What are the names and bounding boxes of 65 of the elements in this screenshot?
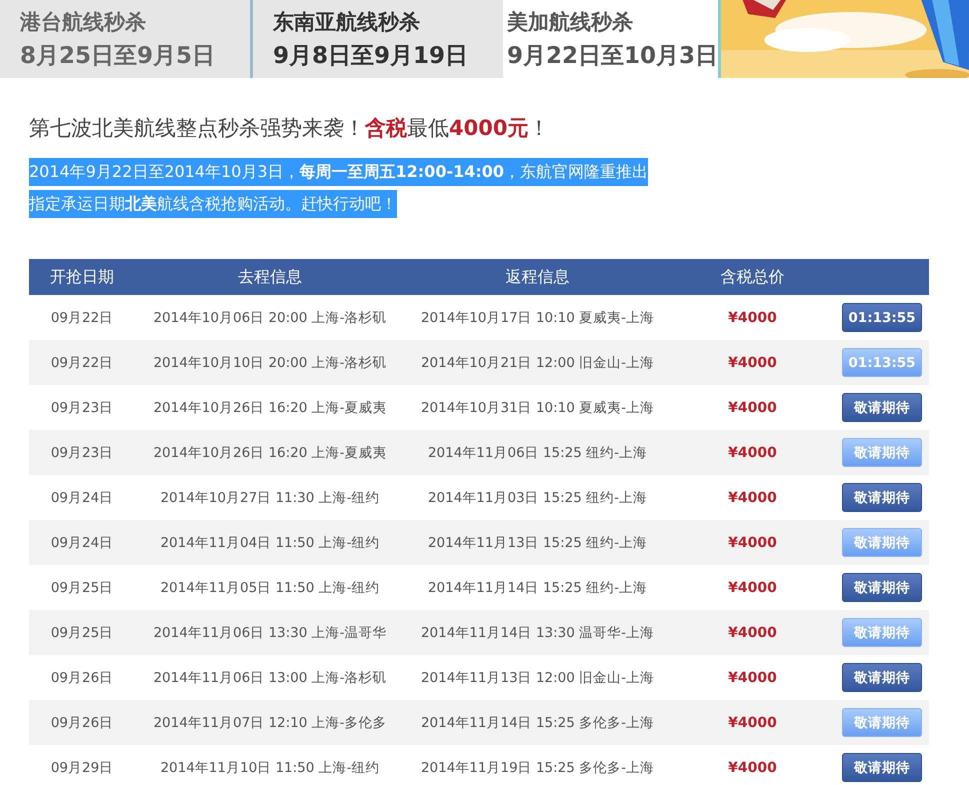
date-cell-text: 09月25日: [50, 624, 114, 642]
return-cell-text: 2014年11月19日 15:25 多伦多-上海: [420, 758, 656, 776]
date-cell-text: 09月23日: [50, 444, 114, 462]
buy-button[interactable]: 敬请期待: [842, 483, 922, 512]
promo-tab[interactable]: 港台航线秒杀 8月25日至9月5日: [0, 0, 253, 78]
return-cell-text: 2014年11月13日 12:00 旧金山-上海: [420, 668, 656, 686]
date-cell-text: 09月22日: [50, 308, 114, 326]
outbound-cell-text: 2014年10月06日 20:00 上海-洛杉矶: [152, 308, 388, 326]
outbound-cell-text: 2014年11月06日 13:00 上海-洛杉矶: [152, 668, 388, 686]
price-cell-text: ¥4000: [727, 444, 778, 460]
column-header: 返程信息: [504, 266, 570, 288]
date-cell-text: 09月25日: [50, 578, 114, 596]
price-cell-text: ¥4000: [727, 624, 778, 640]
price-cell-text: ¥4000: [727, 354, 778, 370]
column-header: 含税总价: [720, 266, 786, 288]
date-cell-text: 09月29日: [50, 758, 114, 776]
return-cell-text: 2014年10月21日 12:00 旧金山-上海: [420, 354, 656, 372]
price-cell-text: ¥4000: [727, 580, 778, 596]
outbound-cell-text: 2014年10月10日 20:00 上海-洛杉矶: [152, 354, 388, 372]
intro-text: 2014年9月22日至2014年10月3日，每周一至周五12:00-14:00，东航官网隆重推出: [29, 158, 648, 186]
intro-text: 指定承运日期北美航线含税抢购活动。赶快行动吧！: [29, 190, 397, 218]
return-cell-text: 2014年10月17日 10:10 夏威夷-上海: [420, 308, 656, 326]
return-cell-text: 2014年11月14日 15:25 纽约-上海: [426, 578, 648, 596]
price-cell-text: ¥4000: [727, 714, 778, 730]
tab-title: 美加航线秒杀: [507, 8, 634, 36]
headline: 第七波北美航线整点秒杀强势来袭！含税最低4000元！: [29, 115, 550, 142]
buy-button[interactable]: 敬请期待: [842, 663, 922, 692]
price-cell-text: ¥4000: [727, 670, 778, 686]
price-cell-text: ¥4000: [727, 310, 778, 326]
column-header: 去程信息: [237, 266, 303, 288]
price-cell-text: ¥4000: [727, 400, 778, 416]
return-cell-text: 2014年11月03日 15:25 纽约-上海: [426, 488, 648, 506]
return-cell-text: 2014年10月31日 10:10 夏威夷-上海: [420, 398, 656, 416]
date-cell-text: 09月26日: [50, 668, 114, 686]
buy-button[interactable]: 敬请期待: [842, 393, 922, 422]
price-cell-text: ¥4000: [727, 490, 778, 506]
tab-dates: 8月25日至9月5日: [20, 42, 216, 70]
column-header: 开抢日期: [49, 266, 115, 288]
outbound-cell-text: 2014年11月06日 13:30 上海-温哥华: [152, 624, 388, 642]
return-cell-text: 2014年11月14日 15:25 多伦多-上海: [420, 714, 656, 732]
buy-button[interactable]: 敬请期待: [842, 753, 922, 782]
tab-dates: 9月22日至10月3日: [507, 42, 718, 70]
price-cell-text: ¥4000: [727, 760, 778, 776]
date-cell-text: 09月24日: [50, 488, 114, 506]
outbound-cell-text: 2014年11月05日 11:50 上海-纽约: [159, 578, 381, 596]
price-cell-text: ¥4000: [727, 534, 778, 550]
date-cell-text: 09月24日: [50, 534, 114, 552]
date-cell-text: 09月26日: [50, 714, 114, 732]
outbound-cell-text: 2014年10月26日 16:20 上海-夏威夷: [152, 398, 388, 416]
outbound-cell-text: 2014年11月10日 11:50 上海-纽约: [159, 758, 381, 776]
outbound-cell-text: 2014年10月27日 11:30 上海-纽约: [159, 488, 381, 506]
tab-title: 东南亚航线秒杀: [273, 8, 421, 36]
outbound-cell-text: 2014年11月07日 12:10 上海-多伦多: [152, 714, 388, 732]
buy-button[interactable]: 敬请期待: [842, 573, 922, 602]
tab-dates: 9月8日至9月19日: [273, 42, 470, 70]
return-cell-text: 2014年11月13日 15:25 纽约-上海: [426, 534, 648, 552]
return-cell-text: 2014年11月06日 15:25 纽约-上海: [426, 444, 648, 462]
return-cell-text: 2014年11月14日 13:30 温哥华-上海: [420, 624, 656, 642]
date-cell-text: 09月22日: [50, 354, 114, 372]
promo-tab[interactable]: 东南亚航线秒杀 9月8日至9月19日: [253, 0, 503, 78]
date-cell-text: 09月23日: [50, 398, 114, 416]
buy-button[interactable]: 01:13:55: [842, 303, 922, 332]
tab-title: 港台航线秒杀: [20, 8, 147, 36]
outbound-cell-text: 2014年11月04日 11:50 上海-纽约: [159, 534, 381, 552]
outbound-cell-text: 2014年10月26日 16:20 上海-夏威夷: [152, 444, 388, 462]
